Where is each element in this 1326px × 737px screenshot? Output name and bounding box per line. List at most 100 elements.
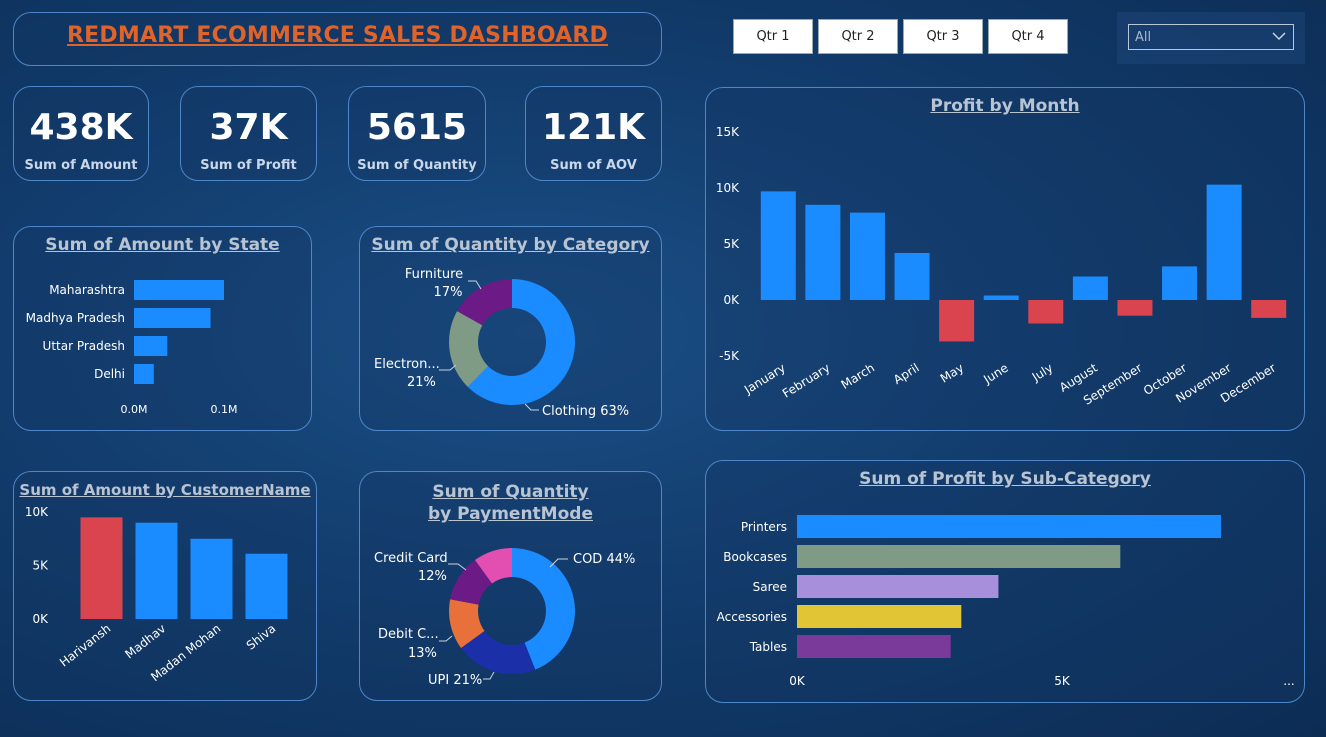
kpi-value: 121K (541, 107, 646, 148)
month-chart-panel: Profit by Month 15K 10K 5K 0K -5K January Febr… (705, 87, 1305, 431)
month-bar (1251, 300, 1287, 318)
category-chart-panel: Sum of Quantity by Category Furniture 17%… (359, 226, 662, 431)
x-tick-label: 0.0M (121, 403, 148, 416)
state-chart-panel: Sum of Amount by State Maharashtra Madhya… (13, 226, 312, 431)
x-tick-label: 0.1M (211, 403, 238, 416)
qtr4-button[interactable]: Qtr 4 (988, 19, 1068, 54)
month-label: June (980, 361, 1010, 387)
subcategory-bar (797, 515, 1221, 538)
leader-line (468, 280, 482, 290)
state-bar (134, 336, 168, 356)
subcategory-chart-panel: Sum of Profit by Sub-Category Printers Bo… (705, 460, 1305, 703)
kpi-label: Sum of Profit (200, 158, 297, 173)
x-tick-label: 0K (789, 674, 806, 688)
kpi-card-profit: 37K Sum of Profit (180, 86, 317, 181)
y-tick-label: -5K (719, 349, 740, 363)
x-tick-label: 5K (1054, 674, 1071, 688)
payment-label: Debit C... (378, 627, 439, 642)
payment-label: Credit Card (374, 551, 448, 566)
payment-pct: 12% (418, 569, 447, 584)
y-tick-label: 15K (716, 125, 740, 139)
month-bar (1117, 300, 1153, 316)
dropdown-value: All (1135, 30, 1152, 45)
dashboard-title-box: REDMART ECOMMERCE SALES DASHBOARD (13, 12, 662, 66)
kpi-label: Sum of Quantity (357, 158, 477, 173)
customer-bar (190, 538, 233, 619)
qtr3-button[interactable]: Qtr 3 (903, 19, 983, 54)
kpi-value: 438K (29, 107, 133, 148)
category-pct: 21% (407, 375, 436, 390)
qtr2-button[interactable]: Qtr 2 (818, 19, 898, 54)
month-bar (1206, 184, 1242, 300)
customer-bar-chart: 10K5K0KHarivansh MadhavMadan Mohan Shiva (25, 505, 288, 684)
state-label: Madhya Pradesh (26, 311, 125, 325)
subcategory-bar (797, 545, 1121, 568)
subcategory-bar (797, 635, 951, 658)
subcategory-label: Tables (749, 640, 787, 654)
category-label: Furniture (405, 267, 463, 282)
state-bar (134, 280, 224, 300)
y-tick-label: 10K (716, 181, 740, 195)
customer-label: Madhav (122, 621, 168, 661)
leader-line (439, 364, 457, 371)
month-bar (760, 191, 796, 300)
leader-line (448, 563, 467, 571)
month-bar (805, 204, 841, 300)
qtr1-button[interactable]: Qtr 1 (733, 19, 813, 54)
month-bar (1162, 266, 1198, 300)
subcategory-label: Saree (753, 580, 787, 594)
state-bar (134, 308, 211, 328)
customer-chart-panel: Sum of Amount by CustomerName 10K 5K 0K Har… (13, 471, 317, 701)
leader-line (439, 635, 453, 642)
month-label: March (839, 361, 877, 392)
kpi-label: Sum of AOV (550, 158, 637, 173)
subcategory-label: Bookcases (723, 550, 787, 564)
kpi-card-aov: 121K Sum of AOV (525, 86, 662, 181)
payment-donut-chart: COD 44% Credit Card 12% Debit C... 13% UPI 21… (374, 548, 635, 688)
category-label: Electron... (374, 357, 440, 372)
category-label: Clothing 63% (542, 404, 629, 419)
subcategory-bar-chart: Printers Bookcases Saree Accessories Tables 0… (717, 515, 1295, 688)
month-label: May (938, 361, 966, 386)
month-bar (983, 295, 1019, 300)
kpi-value: 5615 (366, 107, 468, 148)
state-label: Maharashtra (49, 283, 125, 297)
state-label: Delhi (94, 367, 125, 381)
subcategory-bar (797, 575, 999, 598)
kpi-card-amount: 438K Sum of Amount (13, 86, 149, 181)
subcategory-label: Printers (741, 520, 787, 534)
dashboard-title: REDMART ECOMMERCE SALES DASHBOARD (67, 23, 608, 48)
kpi-value: 37K (209, 107, 288, 148)
category-donut-chart: Furniture 17% Electron... 21% Clothing 63% (374, 267, 629, 419)
payment-pct: 13% (408, 646, 437, 661)
state-label: Uttar Pradesh (43, 339, 125, 353)
payment-label: UPI 21% (428, 673, 482, 688)
customer-bar (245, 553, 288, 619)
payment-label: COD 44% (573, 552, 635, 567)
subcategory-bar (797, 605, 962, 628)
chevron-down-icon (1271, 27, 1287, 49)
subcategory-label: Accessories (717, 610, 787, 624)
kpi-card-quantity: 5615 Sum of Quantity (348, 86, 486, 181)
leader-line (524, 403, 539, 411)
state-bar (134, 364, 154, 384)
leader-line (483, 671, 495, 680)
month-bar (1028, 300, 1064, 324)
month-label: February (780, 361, 833, 401)
customer-label: Shiva (244, 621, 279, 652)
customer-label: Harivansh (57, 621, 113, 669)
month-label: April (891, 361, 922, 387)
y-tick-label: 5K (32, 559, 49, 573)
customer-bar (135, 522, 178, 619)
month-label: July (1029, 361, 1056, 385)
kpi-label: Sum of Amount (24, 158, 138, 173)
y-tick-label: 0K (32, 612, 49, 626)
overflow-label: ... (1283, 674, 1294, 688)
y-tick-label: 10K (25, 505, 49, 519)
month-bar (894, 252, 930, 300)
filter-dropdown[interactable]: All (1128, 24, 1294, 50)
month-bar-chart: 15K10K5K0K-5KJanuaryFebruary March April Ma… (716, 125, 1287, 408)
category-pct: 17% (434, 285, 463, 300)
customer-bar (80, 517, 123, 619)
month-bar (849, 212, 885, 300)
